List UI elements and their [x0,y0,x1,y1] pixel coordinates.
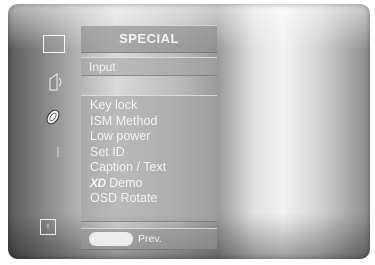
special-icon[interactable] [55,144,61,157]
input-label: Input [89,60,116,74]
xd-demo-label: Demo [109,175,143,190]
picture-icon[interactable] [43,35,65,53]
menu-item-key-lock[interactable]: Key lock [81,98,217,114]
menu-item-low-power[interactable]: Low power [81,129,217,145]
menu-title-bar: SPECIAL [81,25,217,53]
menu-footer: Prev. [81,228,217,250]
prev-label: Prev. [138,233,162,245]
screen-icon[interactable]: ♀ [40,219,56,235]
menu-item-caption-text[interactable]: Caption / Text [81,160,217,176]
sound-icon[interactable] [48,72,66,92]
menu-title: SPECIAL [119,31,179,46]
osd-menu-panel: ♀ SPECIAL Input Key lock ISM Method Low … [8,4,370,259]
menu-item-set-id[interactable]: Set ID [81,145,217,161]
menu-item-osd-rotate[interactable]: OSD Rotate [81,191,217,207]
special-menu-list: Key lock ISM Method Low power Set ID Cap… [81,95,217,222]
input-item[interactable]: Input [81,57,217,76]
time-icon[interactable] [44,108,62,126]
menu-item-ism-method[interactable]: ISM Method [81,114,217,130]
xd-logo: XD [90,175,106,190]
menu-item-xd-demo[interactable]: XD Demo [81,176,217,192]
prev-button[interactable] [89,232,133,246]
